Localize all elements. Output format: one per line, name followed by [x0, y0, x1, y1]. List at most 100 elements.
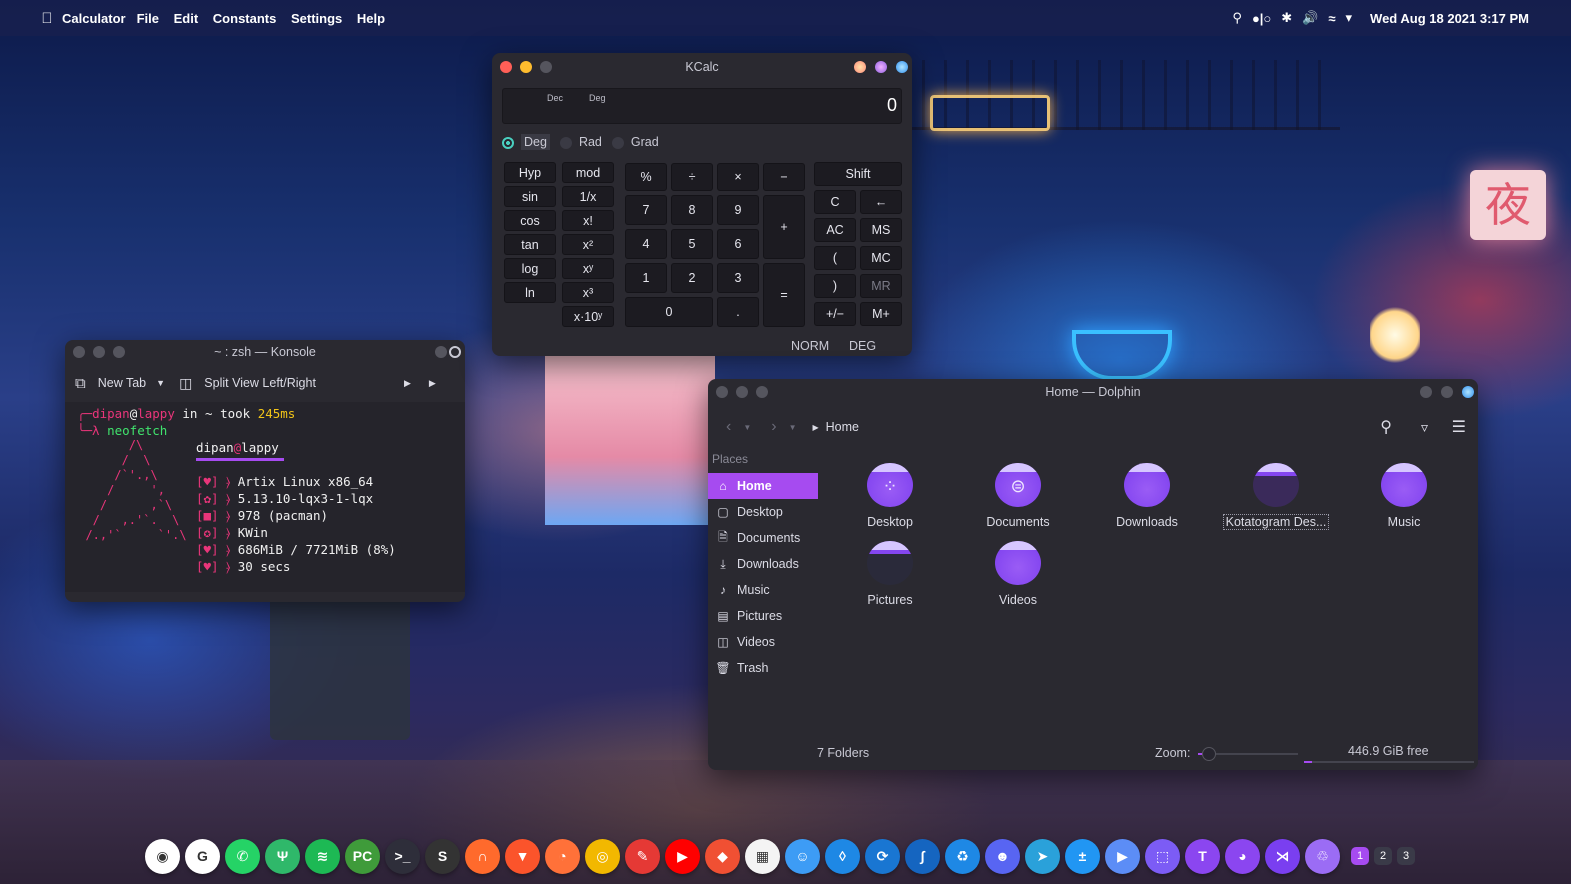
menu-constants[interactable]: Constants — [213, 11, 277, 26]
kcalc-titlebar[interactable]: KCalc — [492, 53, 912, 81]
new-tab-button[interactable]: New Tab — [98, 376, 146, 390]
shift-button[interactable]: Shift — [814, 162, 902, 186]
dolphin-titlebar[interactable]: Home — Dolphin — [708, 379, 1478, 405]
cube-button[interactable]: x³ — [562, 282, 614, 303]
angle-rad-radio[interactable]: Rad — [559, 135, 602, 149]
on-all-desktops-button[interactable] — [449, 346, 461, 358]
menu-help[interactable]: Help — [357, 11, 385, 26]
folder-documents[interactable]: ⊜ Documents — [958, 463, 1078, 529]
place-trash[interactable]: 🗑 Trash — [708, 655, 818, 681]
sync-icon[interactable]: ⟳ — [865, 838, 900, 874]
factorial-button[interactable]: x! — [562, 210, 614, 231]
back-icon[interactable]: ‹ — [726, 418, 731, 436]
menu-edit[interactable]: Edit — [174, 11, 199, 26]
place-videos[interactable]: ◫ Videos — [708, 629, 818, 655]
screenshot-icon[interactable]: ⬚ — [1145, 838, 1180, 874]
backspace-button[interactable]: ← — [860, 190, 902, 214]
terminal-output[interactable]: ╭─dipan@lappy in ~ took 245ms ╰─λ neofet… — [65, 402, 465, 592]
digit-3-button[interactable]: 3 — [717, 263, 759, 293]
square-button[interactable]: x² — [562, 234, 614, 255]
git-icon[interactable]: ◆ — [705, 838, 740, 874]
digit-4-button[interactable]: 4 — [625, 229, 667, 259]
overflow-right-icon[interactable]: ▶ — [429, 378, 436, 389]
shade-button[interactable] — [875, 61, 887, 73]
on-all-desktops-button[interactable] — [896, 61, 908, 73]
digit-1-button[interactable]: 1 — [625, 263, 667, 293]
ln-button[interactable]: ln — [504, 282, 556, 303]
minimize-button[interactable] — [736, 386, 748, 398]
add-button[interactable]: + — [763, 195, 805, 259]
close-button[interactable] — [73, 346, 85, 358]
place-documents[interactable]: 🗎 Documents — [708, 525, 818, 551]
menu-settings[interactable]: Settings — [291, 11, 342, 26]
typora-icon[interactable]: T — [1185, 838, 1220, 874]
hamburger-menu-icon[interactable]: ☰ — [1452, 417, 1466, 437]
folder-videos[interactable]: Videos — [958, 541, 1078, 607]
vscode-icon[interactable]: ⋊ — [1265, 838, 1300, 874]
folder-downloads[interactable]: Downloads — [1087, 463, 1207, 529]
app-launcher-icon[interactable]:  — [36, 10, 58, 27]
google-icon[interactable]: G — [185, 838, 220, 874]
overflow-left-icon[interactable]: ▶ — [404, 378, 411, 389]
subtract-button[interactable]: − — [763, 163, 805, 191]
breadcrumb-home[interactable]: Home — [826, 420, 859, 434]
tan-button[interactable]: tan — [504, 234, 556, 255]
whatsapp-icon[interactable]: ✆ — [225, 838, 260, 874]
filter-icon[interactable]: ▿ — [1421, 419, 1428, 436]
feather-icon[interactable]: ✎ — [625, 838, 660, 874]
close-paren-button[interactable]: ) — [814, 274, 856, 298]
keep-above-button[interactable] — [854, 61, 866, 73]
keep-above-button[interactable] — [415, 346, 427, 358]
headphones-icon[interactable]: ∩ — [465, 838, 500, 874]
memory-add-button[interactable]: M+ — [860, 302, 902, 326]
mod-button[interactable]: mod — [562, 162, 614, 183]
reciprocal-button[interactable]: 1/x — [562, 186, 614, 207]
folder-kotatogram[interactable]: Kotatogram Des... — [1216, 463, 1336, 530]
pycharm-icon[interactable]: PC — [345, 838, 380, 874]
tuning-fork-icon[interactable]: Ψ — [265, 838, 300, 874]
discord-icon[interactable]: ☻ — [985, 838, 1020, 874]
zoom-slider-handle[interactable] — [1202, 747, 1216, 761]
sublime-icon[interactable]: S — [425, 838, 460, 874]
wifi-icon[interactable]: ≈ — [1328, 11, 1335, 26]
folder-pictures[interactable]: Pictures — [830, 541, 950, 607]
divide-button[interactable]: ÷ — [671, 163, 713, 191]
digit-7-button[interactable]: 7 — [625, 195, 667, 225]
minimize-button[interactable] — [520, 61, 532, 73]
minimize-button[interactable] — [93, 346, 105, 358]
hyp-button[interactable]: Hyp — [504, 162, 556, 183]
sign-toggle-button[interactable]: +/− — [814, 302, 856, 326]
log-button[interactable]: log — [504, 258, 556, 279]
spotify-icon[interactable]: ≋ — [305, 838, 340, 874]
open-paren-button[interactable]: ( — [814, 246, 856, 270]
volume-icon[interactable]: 🔊 — [1302, 10, 1318, 26]
back-history-icon[interactable]: ▼ — [743, 423, 751, 432]
on-all-desktops-button[interactable] — [1462, 386, 1474, 398]
chrome-icon[interactable]: ◎ — [585, 838, 620, 874]
all-clear-button[interactable]: AC — [814, 218, 856, 242]
place-desktop[interactable]: ▢ Desktop — [708, 499, 818, 525]
decimal-button[interactable]: . — [717, 297, 759, 327]
calendar-icon[interactable]: ▦ — [745, 838, 780, 874]
digit-6-button[interactable]: 6 — [717, 229, 759, 259]
calculator-icon[interactable]: ± — [1065, 838, 1100, 874]
new-tab-icon[interactable]: ⧉ — [75, 375, 86, 392]
memory-clear-button[interactable]: MC — [860, 246, 902, 270]
workspace-1[interactable]: 1 — [1351, 847, 1369, 865]
zoom-slider[interactable] — [1198, 747, 1298, 761]
maximize-button[interactable] — [113, 346, 125, 358]
toggle-icon[interactable]: ◉ — [145, 838, 180, 874]
digit-9-button[interactable]: 9 — [717, 195, 759, 225]
place-pictures[interactable]: ▤ Pictures — [708, 603, 818, 629]
close-button[interactable] — [500, 61, 512, 73]
workspace-3[interactable]: 3 — [1397, 847, 1415, 865]
forward-history-icon[interactable]: ▼ — [789, 423, 797, 432]
workspace-2[interactable]: 2 — [1374, 847, 1392, 865]
percent-button[interactable]: % — [625, 163, 667, 191]
search-icon[interactable]: ⚲ — [1232, 10, 1242, 26]
maximize-button[interactable] — [756, 386, 768, 398]
clock[interactable]: Wed Aug 18 2021 3:17 PM — [1370, 11, 1529, 26]
finder-icon[interactable]: ☺ — [785, 838, 820, 874]
memory-recall-button[interactable]: MR — [860, 274, 902, 298]
shade-button[interactable] — [435, 346, 447, 358]
